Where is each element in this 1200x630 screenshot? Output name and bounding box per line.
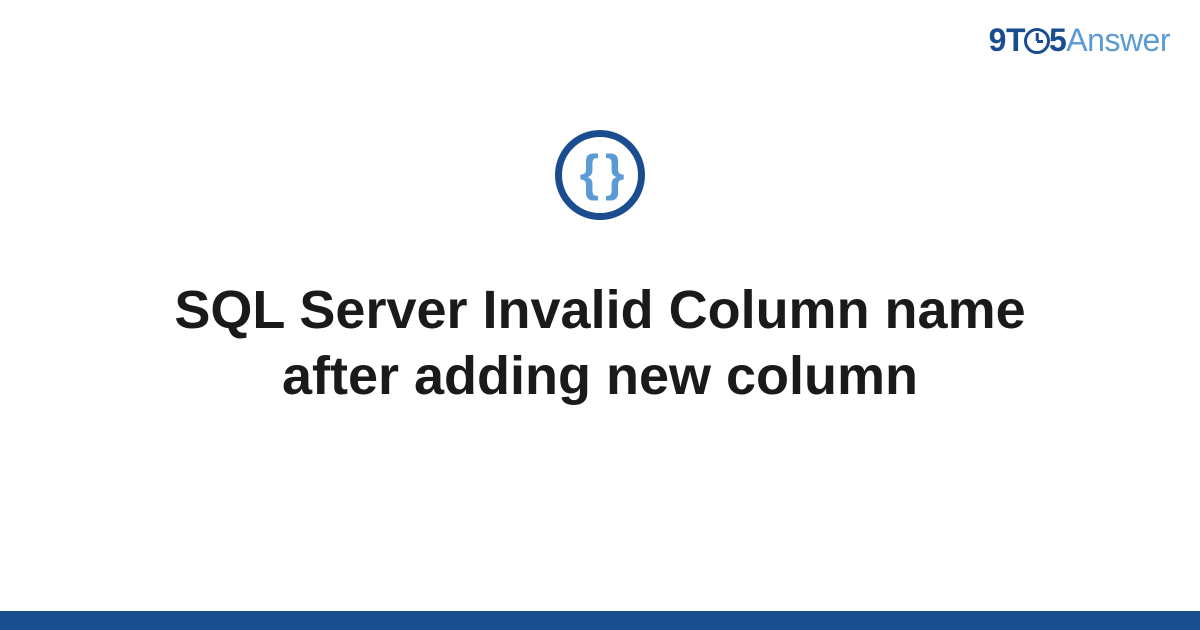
logo-text-5: 5 xyxy=(1049,22,1066,58)
category-icon-circle: { } xyxy=(555,130,645,220)
footer-bar xyxy=(0,611,1200,630)
logo-text-t: T xyxy=(1006,22,1025,58)
logo-text-9: 9 xyxy=(989,22,1006,58)
main-content: { } SQL Server Invalid Column name after… xyxy=(0,130,1200,410)
page-title: SQL Server Invalid Column name after add… xyxy=(100,278,1100,410)
code-braces-icon: { } xyxy=(580,148,621,198)
site-logo: 9T5Answer xyxy=(989,22,1170,59)
logo-text-answer: Answer xyxy=(1066,22,1170,58)
clock-icon xyxy=(1024,28,1050,54)
